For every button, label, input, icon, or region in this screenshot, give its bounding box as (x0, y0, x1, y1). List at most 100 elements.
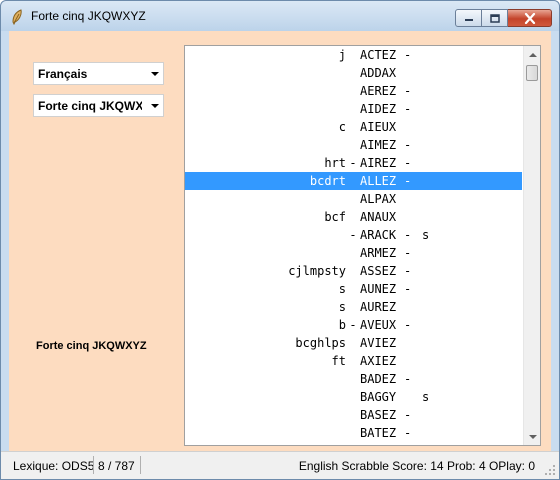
list-item[interactable]: hrt - AIREZ - (185, 154, 522, 172)
word: ASSEZ (360, 264, 397, 278)
word: BADEZ (360, 372, 397, 386)
current-list-label: Forte cinq JKQWXYZ (36, 340, 147, 352)
right-hook-marker: - (404, 228, 412, 242)
word: ADDAX (360, 66, 397, 80)
back-hooks: s (422, 390, 430, 404)
close-icon (524, 12, 535, 24)
list-item[interactable]: j ACTEZ - (185, 46, 522, 64)
list-item[interactable]: BAGGY s (185, 388, 522, 406)
minimize-icon (464, 19, 473, 21)
app-window: Forte cinq JKQWXYZ Français Forte cinq J… (0, 0, 560, 480)
front-hooks: ft (331, 354, 346, 368)
list-item[interactable]: ALPAX (185, 190, 522, 208)
maximize-button[interactable] (482, 9, 508, 27)
word-list: j ACTEZ - ADDAX AEREZ - AIDEZ - c AIEUX AIMEZ - hrt -… (185, 46, 522, 442)
right-hook-marker: - (404, 48, 412, 62)
word: ARACK (360, 228, 397, 242)
right-hook-marker: - (404, 84, 412, 98)
list-item[interactable]: AEREZ - (185, 82, 522, 100)
left-hook-marker: - (349, 228, 357, 242)
arrow-up-icon (528, 52, 537, 57)
list-item[interactable]: s AUNEZ - (185, 280, 522, 298)
list-select[interactable]: Forte cinq JKQWXYZ (33, 94, 164, 117)
word: AUREZ (360, 300, 397, 314)
list-item[interactable]: b - AVEUX - (185, 316, 522, 334)
front-hooks: b (338, 318, 346, 332)
front-hooks: cjlmpsty (288, 264, 346, 278)
back-hooks: s (422, 228, 430, 242)
word: AVEUX (360, 318, 397, 332)
scroll-up-button[interactable] (524, 46, 540, 63)
arrow-down-icon (528, 434, 537, 439)
word: BAGGY (360, 390, 397, 404)
minimize-button[interactable] (455, 9, 482, 27)
word: AIREZ (360, 156, 397, 170)
word: AEREZ (360, 84, 397, 98)
front-hooks: j (338, 48, 346, 62)
maximize-icon (489, 13, 500, 23)
feather-quill-icon (12, 9, 22, 25)
list-item[interactable]: bcf ANAUX (185, 208, 522, 226)
scrollbar-thumb[interactable] (526, 65, 538, 81)
list-item[interactable]: AIDEZ - (185, 100, 522, 118)
word: ALLEZ (360, 174, 397, 188)
list-item[interactable]: bcdrt ALLEZ - (185, 172, 522, 190)
word: BATEZ (360, 426, 397, 440)
close-button[interactable] (508, 9, 552, 27)
front-hooks: bcdrt (309, 174, 346, 188)
right-hook-marker: - (404, 408, 412, 422)
status-lexique: Lexique: ODS5 (13, 459, 95, 473)
word: AIEUX (360, 120, 397, 134)
list-item[interactable]: BASEZ - (185, 406, 522, 424)
word: AXIEZ (360, 354, 397, 368)
left-hook-marker: - (349, 318, 357, 332)
word: BASEZ (360, 408, 397, 422)
list-item[interactable]: BATEZ - (185, 424, 522, 442)
front-hooks: bcghlps (295, 336, 346, 350)
right-hook-marker: - (404, 318, 412, 332)
word: ANAUX (360, 210, 397, 224)
front-hooks: c (338, 120, 346, 134)
front-hooks: bcf (324, 210, 346, 224)
scroll-down-button[interactable] (524, 428, 540, 445)
word: AVIEZ (360, 336, 397, 350)
word: AIMEZ (360, 138, 397, 152)
word: AUNEZ (360, 282, 397, 296)
list-item[interactable]: BADEZ - (185, 370, 522, 388)
left-hook-marker: - (349, 156, 357, 170)
word: ARMEZ (360, 246, 397, 260)
list-item[interactable]: s AUREZ (185, 298, 522, 316)
list-item[interactable]: AIMEZ - (185, 136, 522, 154)
word: AIDEZ (360, 102, 397, 116)
front-hooks: s (338, 282, 346, 296)
front-hooks: s (338, 300, 346, 314)
front-hooks: hrt (324, 156, 346, 170)
list-item[interactable]: ft AXIEZ (185, 352, 522, 370)
list-item[interactable]: bcghlps AVIEZ (185, 334, 522, 352)
vertical-scrollbar[interactable] (523, 46, 540, 445)
right-hook-marker: - (404, 282, 412, 296)
language-select-value: Français (38, 67, 88, 81)
list-item[interactable]: ARMEZ - (185, 244, 522, 262)
chevron-down-icon (151, 104, 159, 108)
status-score: English Scrabble Score: 14 Prob: 4 OPlay… (298, 459, 535, 473)
status-divider (140, 456, 141, 474)
status-count: 8 / 787 (98, 459, 135, 473)
status-divider (93, 456, 94, 474)
word: ACTEZ (360, 48, 397, 62)
right-hook-marker: - (404, 156, 412, 170)
right-hook-marker: - (404, 372, 412, 386)
right-hook-marker: - (404, 264, 412, 278)
title-bar[interactable]: Forte cinq JKQWXYZ (1, 1, 559, 31)
word-listbox[interactable]: j ACTEZ - ADDAX AEREZ - AIDEZ - c AIEUX AIMEZ - hrt -… (184, 45, 541, 446)
resize-grip-icon[interactable] (544, 464, 556, 476)
language-select[interactable]: Français (33, 62, 164, 85)
list-item[interactable]: - ARACK - s (185, 226, 522, 244)
chevron-down-icon (151, 72, 159, 76)
list-item[interactable]: cjlmpsty ASSEZ - (185, 262, 522, 280)
right-hook-marker: - (404, 426, 412, 440)
list-item[interactable]: ADDAX (185, 64, 522, 82)
window-title: Forte cinq JKQWXYZ (31, 9, 146, 23)
right-hook-marker: - (404, 174, 412, 188)
list-item[interactable]: c AIEUX (185, 118, 522, 136)
